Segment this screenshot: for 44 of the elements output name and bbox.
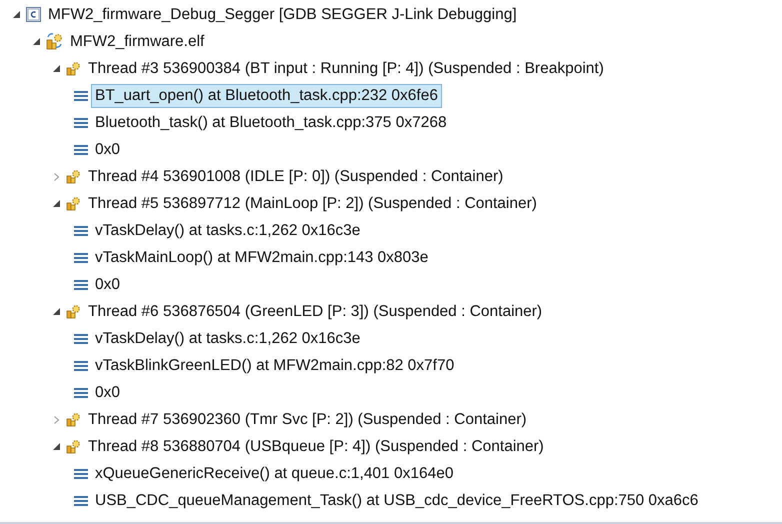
thread-icon <box>66 439 81 454</box>
tree-item[interactable]: Thread #3 536900384 (BT input : Running [P: 4]) (Suspended : Breakpoint) <box>84 56 608 80</box>
stack-frame-icon <box>74 90 88 102</box>
tree-item[interactable]: MFW2_firmware_Debug_Segger [GDB SEGGER J-Link Debugging] <box>44 2 521 26</box>
stack-frame-icon <box>74 386 88 398</box>
expanded-arrow-icon[interactable] <box>32 38 40 45</box>
tree-item[interactable]: vTaskMainLoop() at MFW2main.cpp:143 0x803e <box>91 246 432 270</box>
tree-item[interactable]: xQueueGenericReceive() at queue.c:1,401 0x164e0 <box>91 462 458 486</box>
tree-item[interactable]: MFW2_firmware.elf <box>66 30 208 54</box>
tree-item[interactable]: 0x0 <box>91 138 124 162</box>
expanded-arrow-icon[interactable] <box>52 443 60 450</box>
tree-item[interactable]: Thread #4 536901008 (IDLE [P: 0]) (Suspended : Container) <box>84 164 508 188</box>
thread-icon <box>66 169 81 184</box>
thread-icon <box>66 196 81 211</box>
tree-item[interactable]: BT_uart_open() at Bluetooth_task.cpp:232 0x6fe6 <box>91 84 442 108</box>
tree-item[interactable]: 0x0 <box>91 380 124 404</box>
thread-icon <box>66 61 81 76</box>
stack-frame-icon <box>74 360 88 372</box>
stack-frame-icon <box>74 278 88 290</box>
stack-frame-icon <box>74 252 88 264</box>
tree-item[interactable]: Thread #8 536880704 (USBqueue [P: 4]) (Suspended : Container) <box>84 434 548 458</box>
stack-frame-icon <box>74 494 88 506</box>
tree-item[interactable]: 0x0 <box>91 272 124 296</box>
expanded-arrow-icon[interactable] <box>12 11 20 18</box>
stack-frame-icon <box>74 144 88 156</box>
thread-icon <box>66 304 81 319</box>
tree-item[interactable]: Thread #7 536902360 (Tmr Svc [P: 2]) (Suspended : Container) <box>84 408 531 432</box>
thread-icon <box>66 412 81 427</box>
expanded-arrow-icon[interactable] <box>52 200 60 207</box>
tree-item[interactable]: vTaskBlinkGreenLED() at MFW2main.cpp:82 0x7f70 <box>91 354 458 378</box>
tree-item[interactable]: Bluetooth_task() at Bluetooth_task.cpp:375 0x7268 <box>91 110 451 134</box>
tree-item[interactable]: USB_CDC_queueManagement_Task() at USB_cdc_device_FreeRTOS.cpp:750 0xa6c6 <box>91 488 702 512</box>
stack-frame-icon <box>74 224 88 236</box>
expanded-arrow-icon[interactable] <box>52 65 60 72</box>
expanded-arrow-icon[interactable] <box>52 308 60 315</box>
tree-item[interactable]: vTaskDelay() at tasks.c:1,262 0x16c3e <box>91 326 364 350</box>
tree-item[interactable]: vTaskDelay() at tasks.c:1,262 0x16c3e <box>91 218 364 242</box>
stack-frame-icon <box>74 468 88 480</box>
tree-item[interactable]: Thread #6 536876504 (GreenLED [P: 3]) (Suspended : Container) <box>84 300 546 324</box>
tree-item[interactable]: Thread #5 536897712 (MainLoop [P: 2]) (Suspended : Container) <box>84 192 541 216</box>
project-icon <box>26 7 41 22</box>
stack-frame-icon <box>74 116 88 128</box>
process-icon <box>46 33 63 50</box>
stack-frame-icon <box>74 332 88 344</box>
